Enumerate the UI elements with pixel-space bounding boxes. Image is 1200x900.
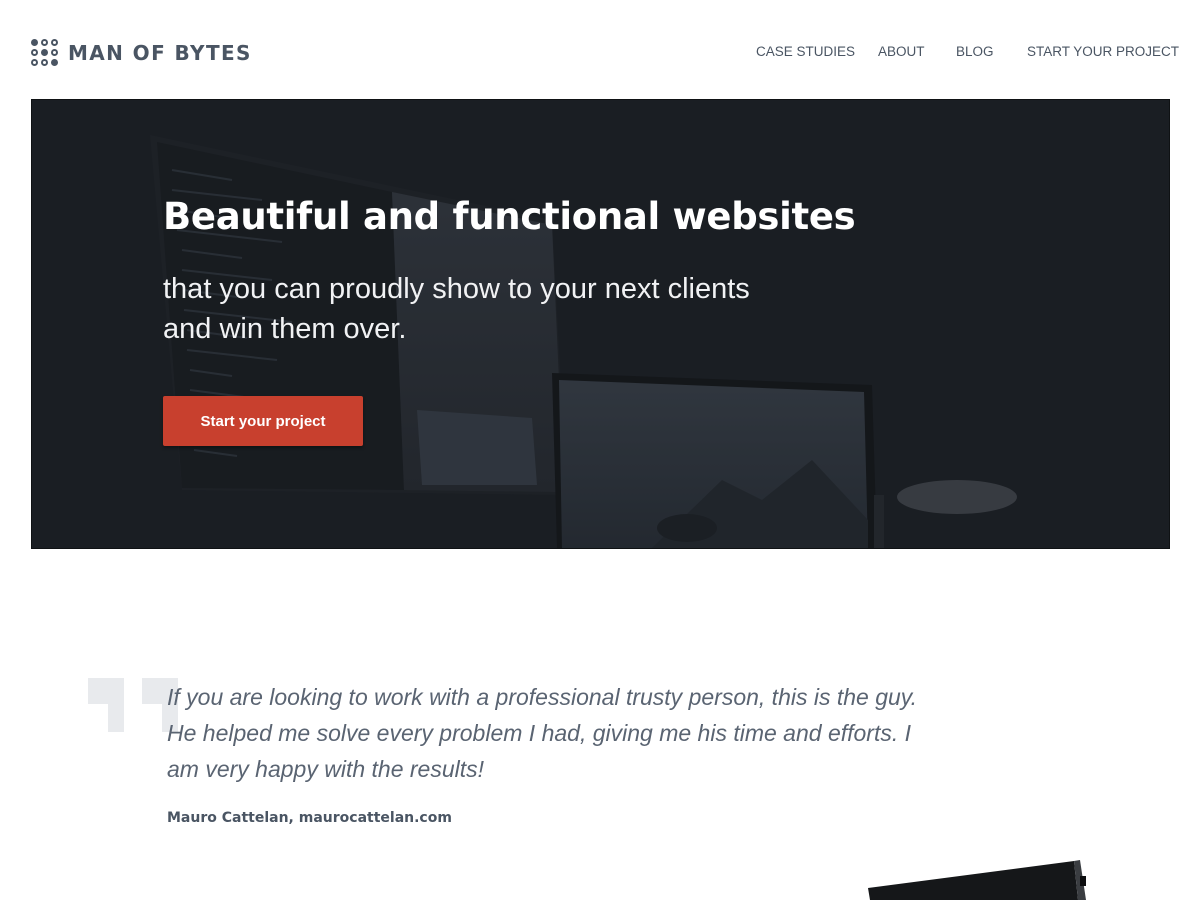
nav-item-blog[interactable]: BLOG xyxy=(956,44,994,59)
nav-item-start-your-project[interactable]: START YOUR PROJECT xyxy=(1027,44,1179,59)
hero-title: Beautiful and functional websites xyxy=(163,195,856,238)
brand-name: MAN OF BYTES xyxy=(68,41,252,65)
site-header: MAN OF BYTES CASE STUDIES ABOUT BLOG STA… xyxy=(0,0,1200,100)
testimonial-author: Mauro Cattelan, maurocattelan.com xyxy=(167,810,452,826)
nav-item-case-studies[interactable]: CASE STUDIES xyxy=(756,44,855,59)
device-image xyxy=(868,860,1086,900)
start-your-project-button[interactable]: Start your project xyxy=(163,396,363,446)
brand-logo-link[interactable]: MAN OF BYTES xyxy=(31,39,252,67)
nine-dot-grid-logo-icon xyxy=(31,39,59,67)
hero-subtitle: that you can proudly show to your next c… xyxy=(163,273,750,345)
testimonial: If you are looking to work with a profes… xyxy=(167,679,947,826)
hero-content: Beautiful and functional websites that y… xyxy=(163,195,856,349)
testimonial-quote: If you are looking to work with a profes… xyxy=(167,684,917,782)
hero-section: Beautiful and functional websites that y… xyxy=(31,99,1170,549)
nav-item-about[interactable]: ABOUT xyxy=(878,44,925,59)
